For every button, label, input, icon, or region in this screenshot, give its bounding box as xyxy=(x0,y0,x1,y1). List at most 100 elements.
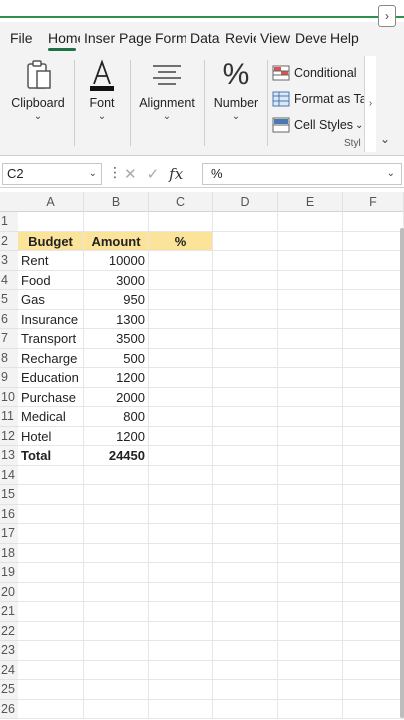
row-header[interactable]: 14 xyxy=(0,465,18,485)
cell-f17[interactable] xyxy=(343,524,404,543)
tab-review[interactable]: Review xyxy=(221,22,256,54)
cell-f16[interactable] xyxy=(343,504,404,523)
cell-c25[interactable] xyxy=(149,680,213,699)
cell-f2[interactable] xyxy=(343,231,404,250)
cell-b2[interactable]: Amount xyxy=(84,231,149,250)
cell-a19[interactable] xyxy=(18,563,84,582)
cell-b15[interactable] xyxy=(84,485,149,504)
row-header[interactable]: 21 xyxy=(0,602,18,622)
format-as-table-button[interactable]: Format as Ta xyxy=(272,86,364,112)
more-options-icon[interactable]: ⋮ xyxy=(108,164,122,181)
tab-form[interactable]: Form xyxy=(151,22,186,54)
cell-e4[interactable] xyxy=(278,270,343,289)
cell-f20[interactable] xyxy=(343,582,404,601)
clipboard-group[interactable]: Clipboard ⌄ xyxy=(6,58,70,146)
row-header[interactable]: 3 xyxy=(0,251,18,271)
cell-d13[interactable] xyxy=(213,446,278,465)
cell-e24[interactable] xyxy=(278,660,343,679)
column-header-e[interactable]: E xyxy=(278,192,343,212)
number-group[interactable]: % Number ⌄ xyxy=(208,58,264,146)
cell-c12[interactable] xyxy=(149,426,213,445)
cell-a6[interactable]: Insurance xyxy=(18,309,84,328)
row-header[interactable]: 26 xyxy=(0,699,18,719)
tab-deve[interactable]: Deve xyxy=(291,22,326,54)
cell-c8[interactable] xyxy=(149,348,213,367)
tab-data[interactable]: Data xyxy=(186,22,221,54)
row-header[interactable]: 8 xyxy=(0,348,18,368)
cell-a7[interactable]: Transport xyxy=(18,329,84,348)
cell-f22[interactable] xyxy=(343,621,404,640)
cell-e16[interactable] xyxy=(278,504,343,523)
cell-f4[interactable] xyxy=(343,270,404,289)
cell-f25[interactable] xyxy=(343,680,404,699)
cell-b23[interactable] xyxy=(84,641,149,660)
cell-b9[interactable]: 1200 xyxy=(84,368,149,387)
cell-styles-button[interactable]: Cell Styles ⌄ xyxy=(272,112,364,138)
cell-d12[interactable] xyxy=(213,426,278,445)
cell-b26[interactable] xyxy=(84,699,149,718)
row-header[interactable]: 18 xyxy=(0,543,18,563)
cell-d26[interactable] xyxy=(213,699,278,718)
row-header[interactable]: 17 xyxy=(0,524,18,544)
cell-c26[interactable] xyxy=(149,699,213,718)
cell-c1[interactable] xyxy=(149,212,213,231)
cell-f8[interactable] xyxy=(343,348,404,367)
row-header[interactable]: 16 xyxy=(0,504,18,524)
cell-f11[interactable] xyxy=(343,407,404,426)
tab-view[interactable]: View xyxy=(256,22,291,54)
row-header[interactable]: 20 xyxy=(0,582,18,602)
cell-f7[interactable] xyxy=(343,329,404,348)
collapse-ribbon-icon[interactable]: ⌄ xyxy=(380,132,390,146)
cell-d9[interactable] xyxy=(213,368,278,387)
cell-f5[interactable] xyxy=(343,290,404,309)
cell-b10[interactable]: 2000 xyxy=(84,387,149,406)
cell-b17[interactable] xyxy=(84,524,149,543)
cell-f13[interactable] xyxy=(343,446,404,465)
row-header[interactable]: 9 xyxy=(0,368,18,388)
cell-a9[interactable]: Education xyxy=(18,368,84,387)
row-header[interactable]: 24 xyxy=(0,660,18,680)
cell-a14[interactable] xyxy=(18,465,84,484)
tab-scroll-button[interactable]: › xyxy=(378,5,396,27)
cell-b3[interactable]: 10000 xyxy=(84,251,149,270)
cell-a15[interactable] xyxy=(18,485,84,504)
cell-b4[interactable]: 3000 xyxy=(84,270,149,289)
cell-b16[interactable] xyxy=(84,504,149,523)
cell-b14[interactable] xyxy=(84,465,149,484)
cell-d16[interactable] xyxy=(213,504,278,523)
tab-help[interactable]: Help xyxy=(326,22,361,54)
cell-c5[interactable] xyxy=(149,290,213,309)
cell-a26[interactable] xyxy=(18,699,84,718)
cell-d7[interactable] xyxy=(213,329,278,348)
cell-c17[interactable] xyxy=(149,524,213,543)
row-header[interactable]: 1 xyxy=(0,212,18,232)
cell-c22[interactable] xyxy=(149,621,213,640)
cell-e2[interactable] xyxy=(278,231,343,250)
cell-f14[interactable] xyxy=(343,465,404,484)
cell-d5[interactable] xyxy=(213,290,278,309)
cell-e22[interactable] xyxy=(278,621,343,640)
cell-c24[interactable] xyxy=(149,660,213,679)
cell-a2[interactable]: Budget xyxy=(18,231,84,250)
cell-f26[interactable] xyxy=(343,699,404,718)
cell-c23[interactable] xyxy=(149,641,213,660)
alignment-group[interactable]: Alignment ⌄ xyxy=(134,58,200,146)
cell-d14[interactable] xyxy=(213,465,278,484)
cell-d18[interactable] xyxy=(213,543,278,562)
cell-b20[interactable] xyxy=(84,582,149,601)
cell-d15[interactable] xyxy=(213,485,278,504)
cell-a8[interactable]: Recharge xyxy=(18,348,84,367)
cell-a3[interactable]: Rent xyxy=(18,251,84,270)
cell-f24[interactable] xyxy=(343,660,404,679)
tab-page[interactable]: Page xyxy=(115,22,151,54)
cell-e7[interactable] xyxy=(278,329,343,348)
cell-b6[interactable]: 1300 xyxy=(84,309,149,328)
cell-f10[interactable] xyxy=(343,387,404,406)
cell-d19[interactable] xyxy=(213,563,278,582)
cell-d4[interactable] xyxy=(213,270,278,289)
cell-f12[interactable] xyxy=(343,426,404,445)
cell-c18[interactable] xyxy=(149,543,213,562)
cell-c15[interactable] xyxy=(149,485,213,504)
cell-e12[interactable] xyxy=(278,426,343,445)
cell-e5[interactable] xyxy=(278,290,343,309)
